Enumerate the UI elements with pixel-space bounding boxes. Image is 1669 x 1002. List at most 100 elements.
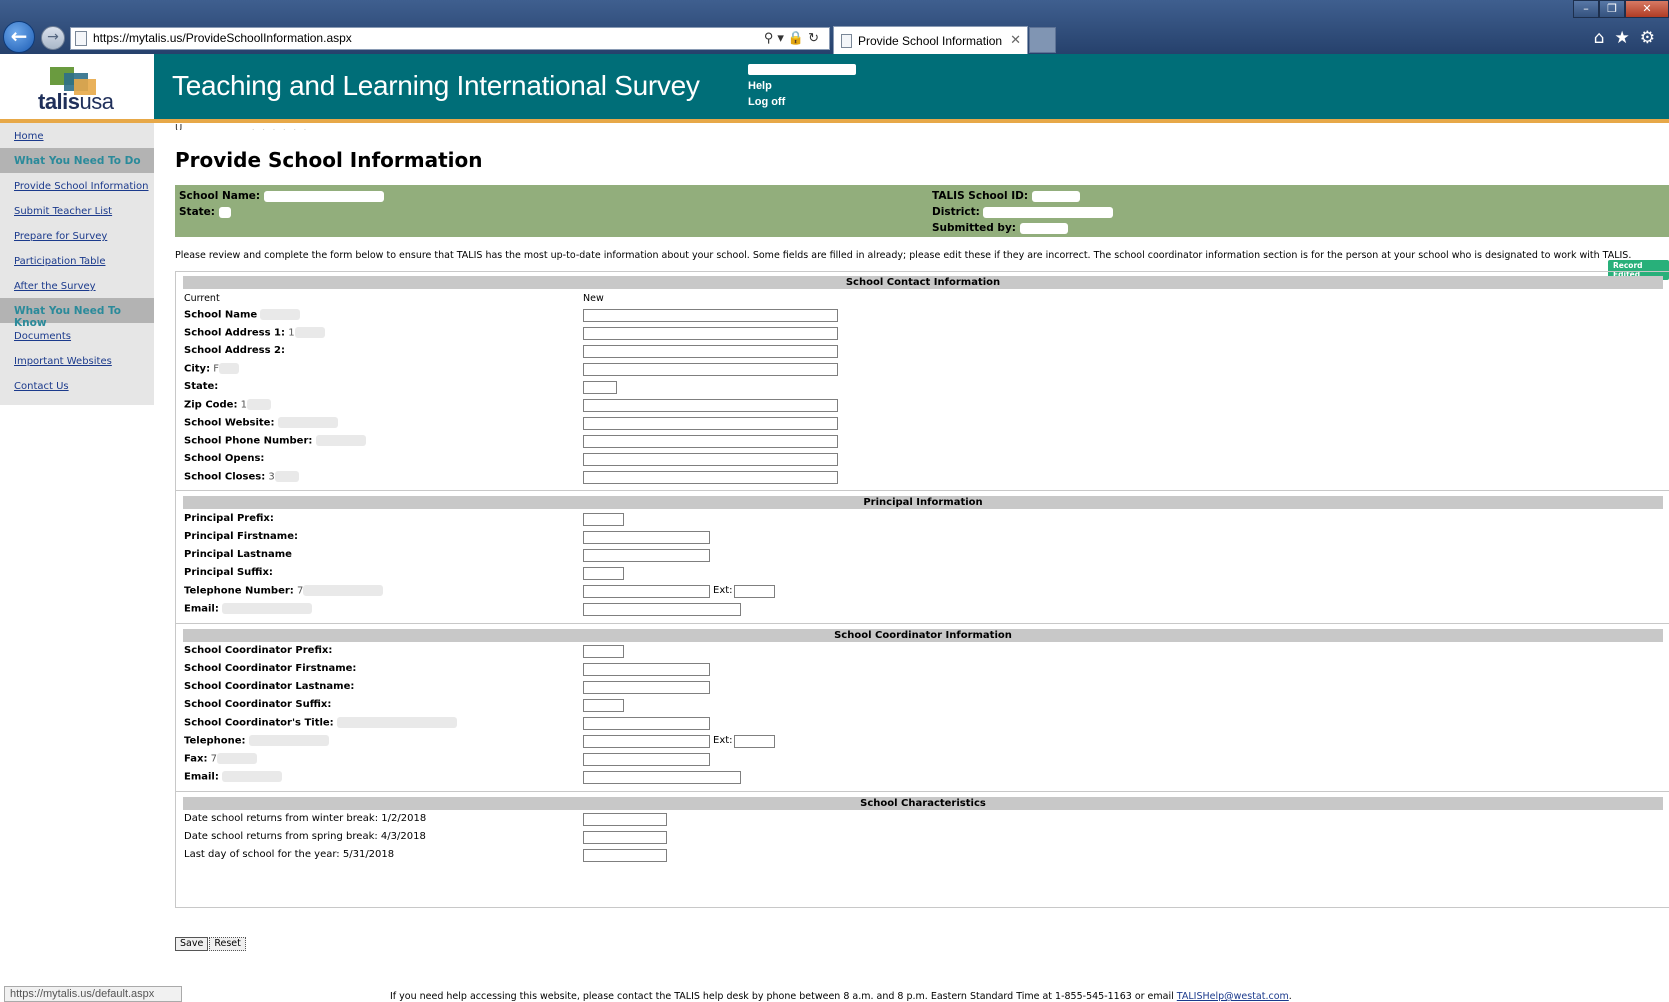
ext-label: Ext:	[713, 735, 733, 746]
contact-field-input[interactable]	[583, 435, 838, 448]
coordinator-field-input[interactable]	[583, 771, 741, 784]
redacted-value	[303, 585, 384, 596]
coordinator-field-input[interactable]	[583, 699, 624, 712]
redacted-value	[222, 771, 283, 782]
save-button[interactable]: Save	[175, 937, 209, 951]
field-name: School Address 2:	[184, 345, 286, 356]
contact-field-input[interactable]	[583, 381, 617, 394]
help-link[interactable]: Help	[748, 78, 856, 94]
principal-field-input[interactable]	[583, 567, 624, 580]
address-url[interactable]: https://mytalis.us/ProvideSchoolInformat…	[93, 31, 352, 45]
redacted-value	[217, 753, 258, 764]
new-tab-button[interactable]	[1029, 27, 1056, 53]
address-bar[interactable]: https://mytalis.us/ProvideSchoolInformat…	[70, 27, 830, 50]
field-label: School Name	[184, 309, 301, 321]
sidebar-link[interactable]: Contact Us	[0, 373, 154, 398]
help-email-link[interactable]: TALISHelp@westat.com	[1177, 991, 1289, 1002]
characteristic-value: 5/31/2018	[342, 849, 395, 860]
site-title: Teaching and Learning International Surv…	[172, 70, 700, 101]
field-name: School Name	[184, 309, 258, 321]
footer-end: .	[1288, 991, 1292, 1002]
characteristic-date-input[interactable]	[583, 849, 667, 862]
coordinator-field-input[interactable]	[583, 663, 710, 676]
talis-logo[interactable]: talisusa	[0, 54, 154, 119]
state-label: State:	[179, 206, 216, 218]
field-label: Email:	[184, 771, 283, 783]
contact-field-input[interactable]	[583, 453, 838, 466]
footer-text: If you need help accessing this website,…	[390, 991, 1292, 1002]
sidebar-link[interactable]: Important Websites	[0, 348, 154, 373]
redacted-value	[219, 363, 240, 374]
contact-field-input[interactable]	[583, 309, 838, 322]
field-name: Telephone Number:	[184, 585, 294, 597]
field-name: School Address 1:	[184, 327, 286, 339]
field-name: School Website:	[184, 417, 275, 429]
characteristic-date-input[interactable]	[583, 813, 667, 826]
field-label: School Coordinator's Title:	[184, 717, 457, 729]
footer-message: If you need help accessing this website,…	[390, 991, 1174, 1002]
coordinator-field-input[interactable]	[583, 645, 624, 658]
restore-icon[interactable]: ❐	[1599, 0, 1625, 18]
coordinator-ext-input[interactable]	[734, 735, 775, 748]
sidebar-link[interactable]: Participation Table	[0, 248, 154, 273]
minimize-icon[interactable]: –	[1573, 0, 1599, 18]
principal-ext-input[interactable]	[734, 585, 775, 598]
field-name: School Opens:	[184, 453, 265, 464]
redacted-value	[277, 417, 338, 428]
principal-field-input[interactable]	[583, 549, 710, 562]
coordinator-field-input[interactable]	[583, 753, 710, 766]
contact-field-input[interactable]	[583, 345, 838, 358]
coordinator-field-input[interactable]	[583, 681, 710, 694]
column-current-label: Current	[184, 293, 220, 304]
redacted-value	[218, 206, 231, 218]
submitted-by-label: Submitted by:	[932, 222, 1016, 234]
section-header-principal: Principal Information	[183, 496, 1663, 509]
forward-arrow-icon[interactable]: →	[41, 26, 65, 50]
sidebar-heading: What You Need To Know	[0, 298, 154, 329]
sidebar-link[interactable]: Prepare for Survey	[0, 223, 154, 248]
sidebar-link[interactable]: Submit Teacher List	[0, 198, 154, 223]
redacted-value	[247, 399, 272, 410]
principal-field-input[interactable]	[583, 603, 741, 616]
characteristic-label: Date school returns from spring break: 4…	[184, 831, 426, 842]
contact-field-input[interactable]	[583, 417, 838, 430]
field-label: Telephone:	[184, 735, 329, 747]
characteristic-value: 4/3/2018	[380, 831, 426, 842]
contact-field-input[interactable]	[583, 363, 838, 376]
section-header-contact: School Contact Information	[183, 276, 1663, 289]
contact-field-input[interactable]	[583, 327, 838, 340]
sidebar-link[interactable]: After the Survey	[0, 273, 154, 298]
column-new-label: New	[583, 293, 604, 304]
close-window-icon[interactable]: ✕	[1625, 0, 1669, 18]
sidebar-heading: What You Need To Do	[0, 148, 154, 173]
browser-toolbar: ← → https://mytalis.us/ProvideSchoolInfo…	[0, 0, 1669, 54]
school-info-band: School Name: State: TALIS School ID: Dis…	[175, 185, 1669, 237]
page-title: Provide School Information	[175, 148, 483, 172]
ext-label: Ext:	[713, 585, 733, 596]
contact-field-input[interactable]	[583, 399, 838, 412]
redacted-value	[294, 327, 325, 338]
tab-close-icon[interactable]: ✕	[1010, 32, 1021, 48]
characteristic-date-input[interactable]	[583, 831, 667, 844]
back-arrow-icon[interactable]: ←	[3, 21, 35, 53]
redacted-value	[1019, 222, 1068, 234]
reset-button[interactable]: Reset	[209, 937, 246, 951]
field-label: School Coordinator Lastname:	[184, 681, 354, 692]
principal-field-input[interactable]	[583, 531, 710, 544]
redacted-value	[260, 309, 301, 320]
principal-field-input[interactable]	[583, 513, 624, 526]
logoff-link[interactable]: Log off	[748, 94, 856, 110]
home-star-gear-icons[interactable]: ⌂★⚙	[1594, 28, 1665, 48]
browser-tab[interactable]: Provide School Information ✕	[833, 26, 1028, 54]
field-name: Fax:	[184, 753, 208, 765]
sidebar-link[interactable]: Provide School Information	[0, 173, 154, 198]
characteristic-name: Date school returns from winter break:	[184, 813, 379, 824]
coordinator-field-input[interactable]	[583, 735, 710, 748]
principal-field-input[interactable]	[583, 585, 710, 598]
contact-field-input[interactable]	[583, 471, 838, 484]
sidebar-link[interactable]: Home	[0, 123, 154, 148]
field-label: Telephone Number: 7	[184, 585, 384, 597]
search-lock-refresh-icons[interactable]: ⚲▾🔒↻	[764, 30, 823, 46]
coordinator-field-input[interactable]	[583, 717, 710, 730]
field-name: Principal Firstname:	[184, 531, 298, 542]
